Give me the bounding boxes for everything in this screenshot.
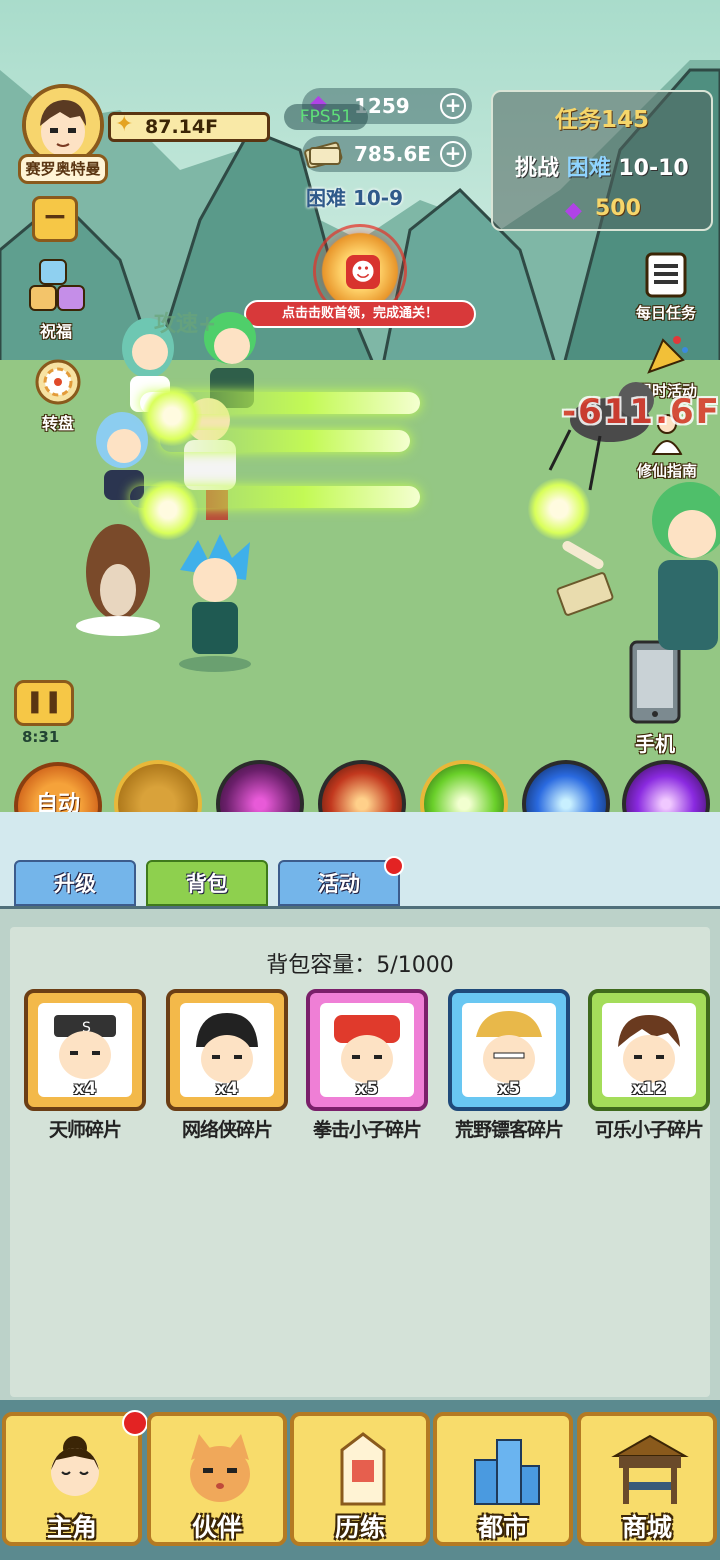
hero-blue-spiky [179,534,251,672]
energy-orb [138,480,198,540]
add-gems-button[interactable]: + [440,93,466,119]
activity-alert-dot [384,856,404,876]
inventory-item[interactable]: x5 拳击小子碎片 [306,989,428,1142]
mission-panel[interactable]: 任务145 挑战 困难 10-10 ◆ 500 [491,90,713,231]
loot-drop [556,541,614,616]
cash-counter: 785.6E + [302,136,472,172]
nav-hero[interactable]: 主角 [2,1412,142,1546]
item-name: 荒野镖客碎片 [454,1119,564,1141]
nav-hero-label: 主角 [46,1513,97,1542]
challenge-prefix: 挑战 [515,156,560,181]
inventory-item[interactable]: x5 荒野镖客碎片 [448,989,570,1142]
item-count: x5 [355,1079,379,1099]
hero-portrait-icon [26,88,100,162]
nav-training-label: 历练 [334,1513,385,1542]
item-card[interactable]: x5 [448,989,570,1111]
tab-backpack[interactable]: 背包 [146,860,268,906]
item-card[interactable]: x5 [306,989,428,1111]
nav-city[interactable]: 都市 [433,1412,573,1546]
cash-amount: 785.6E [354,142,431,166]
mission-title: 任务145 [554,107,649,133]
mission-reward: 500 [595,196,641,221]
cat-icon [190,1434,250,1502]
item-count: x5 [497,1079,521,1099]
nav-partner[interactable]: 伙伴 [147,1412,287,1546]
phone-label: 手机 [635,732,675,756]
daily-tasks-button[interactable]: 每日任务 [626,250,706,323]
item-name: 网络侠碎片 [181,1119,273,1141]
gold-amount: 87.14F [145,116,219,138]
hero-portrait-icon [51,1436,99,1496]
item-card[interactable]: x4 [166,989,288,1111]
backpack-panel: 背包容量：5/1000 S x4 天师碎片 x4 网络侠碎片 x5 拳击小子碎片… [0,906,720,1400]
pause-button[interactable]: ❚❚ [14,680,74,726]
gold-key-icon: ✦ [115,112,134,137]
tab-upgrade[interactable]: 升级 [14,860,136,906]
inventory-item[interactable]: x12 可乐小子碎片 [588,989,710,1142]
nav-shop-label: 商城 [621,1513,672,1542]
calendar-tag-icon [340,1432,386,1506]
tab-activity[interactable]: 活动 [278,860,400,906]
backpack-capacity: 背包容量：5/1000 [266,953,454,978]
challenge-level: 10-10 [618,156,689,181]
nav-city-label: 都市 [477,1513,528,1542]
item-name: 可乐小子碎片 [594,1119,704,1141]
market-stall-icon [611,1434,689,1504]
attack-speed-buff: 攻速+ [154,312,217,337]
energy-beam [160,430,410,452]
item-count: x4 [73,1079,97,1099]
fps-counter: FPS51 [284,104,368,130]
player-name: 赛罗奥特曼 [18,154,108,184]
inventory-item[interactable]: x4 网络侠碎片 [166,989,288,1142]
pause-icon: ❚❚ [25,689,63,714]
item-card[interactable]: x12 [588,989,710,1111]
enemy-green-ogre [652,482,720,650]
item-name: 拳击小子碎片 [312,1119,422,1141]
damage-number: -611.6F [562,392,720,432]
item-card[interactable]: S x4 [24,989,146,1111]
cash-stack-icon [304,140,344,169]
energy-orb [142,386,202,446]
battle-timer: 8:31 [22,728,60,746]
nav-partner-label: 伙伴 [191,1513,242,1542]
hero-alert-dot [122,1410,148,1436]
nav-shop[interactable]: 商城 [577,1412,717,1546]
battle-scene: 赛罗奥特曼 ✦ 87.14F − ◆ 1259 + 785.6E + FPS51… [0,0,720,812]
inventory-item[interactable]: S x4 天师碎片 [24,989,146,1142]
challenge-difficulty: 困难 [566,156,611,181]
gold-counter: ✦ 87.14F [108,112,270,142]
current-stage: 困难 10-9 [306,186,404,210]
reward-gem-icon: ◆ [565,198,582,223]
collapse-button[interactable]: − [32,196,78,242]
item-count: x4 [215,1079,239,1099]
daily-tasks-label: 每日任务 [635,304,696,322]
panel-tabs: 升级 背包 活动 [0,812,720,908]
item-name: 天师碎片 [48,1119,122,1141]
hero-otter [76,524,160,636]
boss-face-icon: ☻ [346,255,380,289]
nav-training[interactable]: 历练 [290,1412,430,1546]
item-count: x12 [631,1079,667,1099]
add-cash-button[interactable]: + [440,141,466,167]
mission-challenge: 挑战 困难 10-10 [515,150,689,182]
bottom-nav: 主角 伙伴 历练 都市 商城 [0,1400,720,1560]
task-list-icon [645,252,687,298]
city-buildings-icon [474,1439,540,1505]
